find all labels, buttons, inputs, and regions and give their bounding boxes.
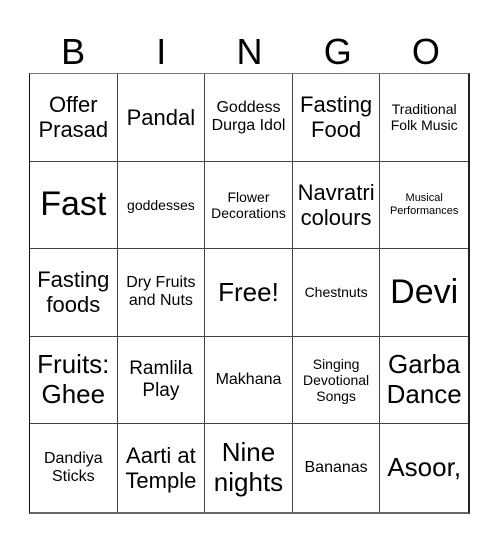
free-space-cell[interactable]: Free! bbox=[205, 249, 293, 337]
bingo-cell[interactable]: Makhana bbox=[205, 336, 293, 425]
bingo-cell-label: Goddess Durga Idol bbox=[211, 98, 286, 135]
header-letter-b: B bbox=[61, 31, 86, 72]
bingo-cell[interactable]: Fasting foods bbox=[30, 249, 118, 337]
bingo-cell[interactable]: Dandiya Sticks bbox=[30, 424, 118, 512]
bingo-cell[interactable]: Navratri colours bbox=[292, 161, 381, 250]
bingo-cell-label: Makhana bbox=[215, 370, 282, 388]
bingo-cell-label: Asoor, bbox=[387, 452, 462, 483]
bingo-cell[interactable]: Dry Fruits and Nuts bbox=[117, 249, 206, 337]
bingo-grid: Offer Prasad Pandal Goddess Durga Idol Fast… bbox=[29, 73, 470, 514]
bingo-cell-label: Aarti at Temple bbox=[125, 442, 197, 494]
bingo-cell-label: Garba Dance bbox=[386, 349, 462, 410]
bingo-cell-label: Offer Prasad bbox=[38, 92, 109, 143]
bingo-cell[interactable]: Chestnuts bbox=[292, 249, 381, 337]
bingo-cell[interactable]: Fasting Food bbox=[292, 74, 381, 162]
bingo-cell[interactable]: Devi bbox=[380, 249, 468, 337]
bingo-cell[interactable]: Fruits: Ghee bbox=[30, 336, 118, 425]
bingo-cell[interactable]: goddesses bbox=[117, 161, 206, 250]
bingo-cell-label: Fruits: Ghee bbox=[37, 349, 110, 410]
header-letter-i: I bbox=[156, 31, 167, 72]
bingo-cell-label: Ramlila Play bbox=[129, 358, 193, 402]
bingo-cell-label: Dry Fruits and Nuts bbox=[126, 274, 196, 310]
bingo-cell[interactable]: Traditional Folk Music bbox=[380, 74, 468, 162]
bingo-cell-label: Traditional Folk Music bbox=[390, 101, 458, 134]
bingo-cell-label: Chestnuts bbox=[304, 284, 368, 301]
bingo-cell[interactable]: Garba Dance bbox=[380, 337, 468, 425]
bingo-cell[interactable]: Aarti at Temple bbox=[118, 424, 206, 512]
bingo-cell-label: Dandiya Sticks bbox=[43, 449, 103, 486]
bingo-cell-label: Fasting Food bbox=[300, 92, 373, 143]
bingo-cell[interactable]: Nine nights bbox=[205, 424, 293, 512]
bingo-cell[interactable]: Asoor, bbox=[380, 424, 468, 512]
bingo-cell[interactable]: Bananas bbox=[293, 424, 381, 512]
bingo-cell[interactable]: Musical Performances bbox=[380, 162, 468, 250]
bingo-header: B I N G O bbox=[29, 30, 470, 74]
bingo-cell-label: Fast bbox=[40, 185, 107, 224]
header-letter-n: N bbox=[236, 31, 263, 72]
header-letter-o: O bbox=[411, 31, 440, 72]
bingo-cell[interactable]: Goddess Durga Idol bbox=[205, 74, 293, 162]
bingo-cell[interactable]: Ramlila Play bbox=[117, 336, 206, 425]
header-letter-g: G bbox=[323, 31, 352, 72]
bingo-cell-label: Devi bbox=[390, 272, 459, 311]
bingo-cell-label: Singing Devotional Songs bbox=[303, 355, 370, 405]
bingo-cell-label: Pandal bbox=[126, 104, 196, 130]
bingo-cell-label: Flower Decorations bbox=[211, 188, 286, 221]
bingo-cell-label: goddesses bbox=[127, 196, 195, 213]
bingo-cell-label: Free! bbox=[218, 276, 279, 307]
bingo-cell[interactable]: Singing Devotional Songs bbox=[292, 336, 381, 425]
bingo-cell-label: Fasting foods bbox=[37, 267, 110, 318]
bingo-cell[interactable]: Fast bbox=[30, 161, 118, 250]
bingo-cell[interactable]: Pandal bbox=[117, 74, 206, 162]
bingo-cell[interactable]: Offer Prasad bbox=[30, 74, 118, 162]
bingo-cell-label: Musical Performances bbox=[389, 192, 459, 217]
bingo-cell-label: Navratri colours bbox=[297, 179, 375, 230]
bingo-cell-label: Bananas bbox=[304, 458, 368, 476]
bingo-cell[interactable]: Flower Decorations bbox=[205, 161, 293, 250]
bingo-cell-label: Nine nights bbox=[213, 437, 284, 498]
